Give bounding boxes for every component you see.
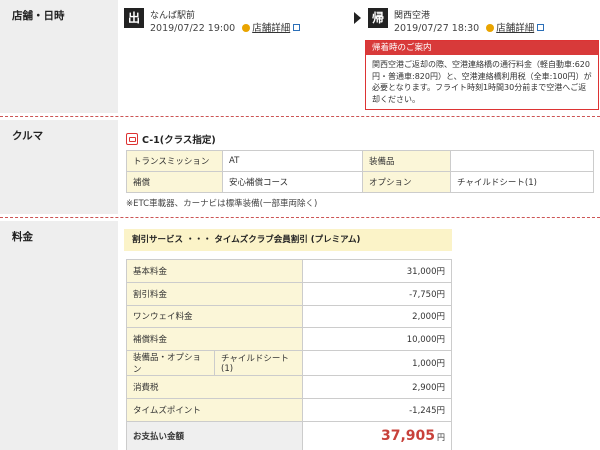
- fee-value: 31,000円: [302, 259, 452, 283]
- table-row: タイムズポイント -1,245円: [126, 397, 452, 422]
- table-row: 補償 安心補償コース オプション チャイルドシート(1): [126, 171, 594, 193]
- table-row: トランスミッション AT 装備品: [126, 150, 594, 172]
- fee-value: 1,000円: [302, 350, 452, 377]
- fee-key: 補償料金: [126, 327, 303, 352]
- fee-subkey: チャイルドシート(1): [214, 350, 303, 377]
- table-value: チャイルドシート(1): [450, 171, 594, 193]
- return-store-detail-link[interactable]: 店舗詳細: [486, 23, 545, 34]
- reservation-page: 店舗・日時 出 なんば駅前 2019/07/22 19:00 店舗詳細 帰 関西…: [0, 0, 600, 450]
- return-badge: 帰: [368, 8, 388, 28]
- store-date-label: 店舗・日時: [0, 0, 118, 113]
- table-key: トランスミッション: [126, 150, 223, 172]
- store-date-section: 店舗・日時 出 なんば駅前 2019/07/22 19:00 店舗詳細 帰 関西…: [0, 0, 600, 113]
- divider: [0, 217, 600, 218]
- return-datetime: 2019/07/27 18:30: [394, 23, 480, 34]
- divider: [0, 116, 600, 117]
- fee-value: -7,750円: [302, 281, 452, 306]
- fee-value: 2,000円: [302, 304, 452, 329]
- fees-label: 料金: [0, 221, 118, 450]
- total-unit: 円: [437, 433, 445, 443]
- pickup-block: 出 なんば駅前 2019/07/22 19:00 店舗詳細: [124, 8, 354, 38]
- car-icon: [126, 133, 138, 145]
- pickup-datetime-line: 2019/07/22 19:00 店舗詳細: [150, 20, 301, 34]
- table-row: 消費税 2,900円: [126, 375, 452, 399]
- table-value: 安心補償コース: [222, 171, 363, 193]
- return-block: 帰 関西空港 2019/07/27 18:30 店舗詳細: [368, 8, 598, 38]
- external-link-icon: [293, 24, 301, 31]
- fee-value: -1,245円: [302, 397, 452, 422]
- car-details-table: トランスミッション AT 装備品 補償 安心補償コース オプション チャイルドシ…: [126, 150, 594, 193]
- bullet-icon: [486, 24, 495, 32]
- fee-value: 10,000円: [302, 327, 452, 352]
- total-value: 37,905: [380, 428, 435, 445]
- table-row: ワンウェイ料金 2,000円: [126, 304, 452, 329]
- table-key: 装備品: [362, 150, 451, 172]
- pickup-store-detail-link[interactable]: 店舗詳細: [242, 23, 301, 34]
- table-row: 基本料金 31,000円: [126, 259, 452, 283]
- car-label: クルマ: [0, 120, 118, 214]
- table-value: AT: [222, 150, 363, 172]
- table-key: 補償: [126, 171, 223, 193]
- table-row: 補償料金 10,000円: [126, 327, 452, 352]
- fees-table: 基本料金 31,000円 割引料金 -7,750円 ワンウェイ料金 2,000円…: [126, 259, 452, 450]
- return-datetime-line: 2019/07/27 18:30 店舗詳細: [394, 20, 545, 34]
- total-label: お支払い金額: [126, 420, 303, 450]
- fee-value: 2,900円: [302, 375, 452, 399]
- car-section: クルマ C-1(クラス指定) トランスミッション AT 装備品 補償 安心補償コ…: [0, 120, 600, 214]
- total-row: お支払い金額 37,905 円: [126, 420, 452, 450]
- pickup-badge: 出: [124, 8, 144, 28]
- return-notice: 帰着時のご案内 関西空港ご返却の際、空港連絡橋の通行料金（軽自動車:620円・普…: [365, 40, 599, 110]
- fee-key: 割引料金: [126, 281, 303, 306]
- fee-key: タイムズポイント: [126, 397, 303, 422]
- table-key: オプション: [362, 171, 451, 193]
- fee-key: 消費税: [126, 375, 303, 399]
- external-link-icon: [537, 24, 545, 31]
- table-value: [450, 150, 594, 172]
- table-row: 割引料金 -7,750円: [126, 281, 452, 306]
- fee-key: 装備品・オプション: [126, 350, 215, 377]
- arrow-right-icon: [354, 12, 361, 24]
- notice-body: 関西空港ご返却の際、空港連絡橋の通行料金（軽自動車:620円・普通車:820円）…: [372, 60, 592, 104]
- discount-service: 割引サービス ・・・ タイムズクラブ会員割引 (プレミアム): [124, 229, 452, 251]
- table-row: 装備品・オプション チャイルドシート(1) 1,000円: [126, 350, 452, 377]
- bullet-icon: [242, 24, 251, 32]
- fee-key: ワンウェイ料金: [126, 304, 303, 329]
- total-amount: 37,905 円: [302, 420, 452, 450]
- notice-title: 帰着時のご案内: [366, 41, 598, 55]
- car-note: ※ETC車載器、カーナビは標準装備(一部車両除く): [126, 199, 318, 209]
- car-class-title: C-1(クラス指定): [126, 132, 216, 146]
- fees-section: 料金 割引サービス ・・・ タイムズクラブ会員割引 (プレミアム) 基本料金 3…: [0, 221, 600, 450]
- fee-key: 基本料金: [126, 259, 303, 283]
- pickup-datetime: 2019/07/22 19:00: [150, 23, 236, 34]
